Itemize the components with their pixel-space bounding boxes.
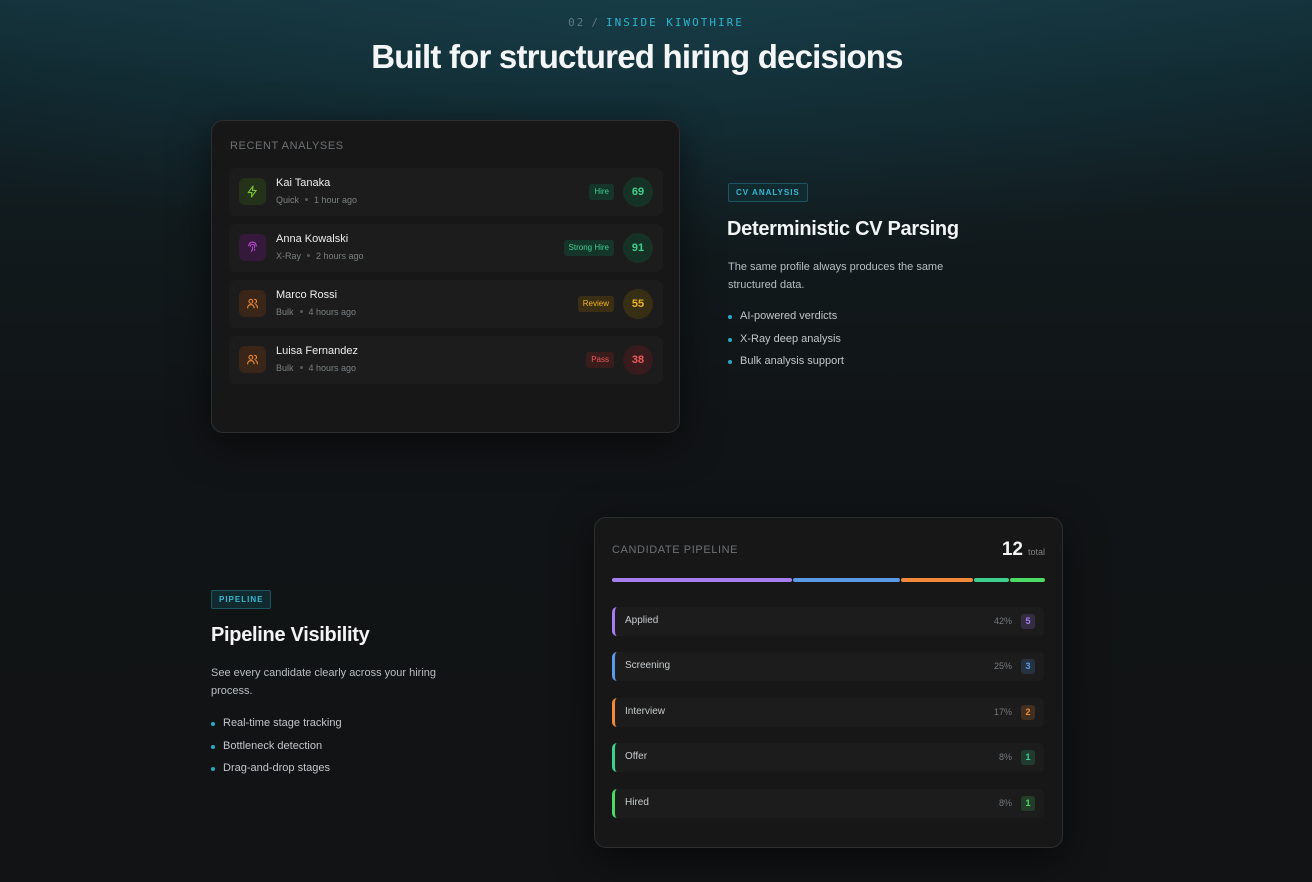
stage-percent: 25%	[993, 661, 1012, 671]
total-count: 12	[1001, 539, 1023, 560]
analysis-time: 1 hour ago	[314, 195, 358, 205]
pipeline-desc-line: process.	[211, 685, 253, 697]
score-circle: 69	[623, 177, 653, 207]
stage-count: 5	[1021, 614, 1035, 629]
cv-desc-line: The same profile always produces the sam…	[728, 261, 944, 273]
section-number: 02	[568, 16, 586, 29]
cv-feature-title: Deterministic CV Parsing	[727, 218, 959, 240]
stage-count: 3	[1021, 659, 1035, 674]
cv-desc-line: structured data.	[728, 279, 805, 291]
pipeline-progress-bar	[612, 578, 1046, 583]
meta-dot	[307, 254, 311, 258]
pipeline-segment-applied	[612, 578, 792, 582]
stage-hired[interactable]: Hired 8% 1	[612, 789, 1044, 818]
section-title: Built for structured hiring decisions	[371, 38, 903, 75]
analysis-meta: Quick 1 hour ago	[276, 195, 357, 205]
stage-name: Hired	[625, 797, 649, 808]
analysis-row-anna-kowalski[interactable]: Anna Kowalski X-Ray 2 hours ago Strong Hi…	[229, 224, 663, 272]
stage-name: Interview	[625, 706, 666, 717]
stage-percent: 17%	[993, 707, 1012, 717]
analysis-meta: Bulk 4 hours ago	[276, 307, 356, 317]
stage-applied[interactable]: Applied 42% 5	[612, 607, 1044, 636]
candidate-name: Kai Tanaka	[276, 177, 331, 189]
feature-bullet: Drag-and-drop stages	[211, 757, 342, 780]
score-circle: 55	[623, 289, 653, 319]
bolt-icon	[239, 178, 266, 205]
stage-count: 1	[1021, 796, 1035, 811]
analysis-type: Quick	[276, 195, 300, 205]
recent-analyses-card: RECENT ANALYSES Kai Tanaka Quick 1 hour a…	[211, 120, 680, 433]
verdict-badge: Strong Hire	[563, 240, 614, 256]
pipeline-segment-interview	[901, 578, 973, 582]
pipeline-feature-title: Pipeline Visibility	[211, 624, 370, 646]
candidate-pipeline-card: CANDIDATE PIPELINE 12 total Applied 42% 5…	[594, 517, 1063, 848]
analysis-type: X-Ray	[276, 251, 302, 261]
eyebrow-separator: /	[591, 16, 600, 29]
analysis-type: Bulk	[276, 307, 294, 317]
analysis-row-luisa-fernandez[interactable]: Luisa Fernandez Bulk 4 hours ago Pass 38	[229, 336, 663, 384]
pipeline-total: 12 total	[1002, 539, 1045, 561]
analysis-time: 2 hours ago	[316, 251, 364, 261]
stage-name: Applied	[625, 615, 659, 626]
stage-percent: 8%	[998, 752, 1012, 762]
score-circle: 91	[623, 233, 653, 263]
stage-percent: 8%	[998, 798, 1012, 808]
analysis-type: Bulk	[276, 363, 294, 373]
feature-bullet: Bottleneck detection	[211, 735, 342, 758]
verdict-badge: Hire	[589, 184, 614, 200]
feature-bullet: Real-time stage tracking	[211, 712, 342, 735]
candidate-name: Anna Kowalski	[276, 233, 349, 245]
stage-name: Offer	[625, 751, 648, 762]
cv-feature-list: AI-powered verdicts X-Ray deep analysis …	[728, 305, 844, 373]
meta-dot	[305, 198, 309, 202]
stage-count: 2	[1021, 705, 1035, 720]
pipeline-segment-offer	[973, 578, 1009, 582]
users-icon	[239, 290, 266, 317]
stage-screening[interactable]: Screening 25% 3	[612, 652, 1044, 681]
pipeline-feature-description: See every candidate clearly across your …	[211, 664, 511, 700]
pipeline-desc-line: See every candidate clearly across your …	[211, 667, 437, 679]
meta-dot	[299, 310, 303, 314]
verdict-badge: Pass	[586, 352, 614, 368]
cv-feature-description: The same profile always produces the sam…	[728, 258, 1028, 294]
candidate-name: Marco Rossi	[276, 289, 338, 301]
feature-bullet: Bulk analysis support	[728, 350, 844, 373]
feature-bullet: AI-powered verdicts	[728, 305, 844, 328]
pipeline-segment-screening	[792, 578, 901, 582]
section-eyebrow: 02 / INSIDE KIWOTHIRE	[0, 16, 1312, 29]
stage-percent: 42%	[993, 616, 1012, 626]
pipeline-segment-hired	[1009, 578, 1045, 582]
candidate-name: Luisa Fernandez	[276, 345, 358, 357]
analysis-time: 4 hours ago	[308, 307, 357, 317]
feature-bullet: X-Ray deep analysis	[728, 328, 844, 351]
analysis-time: 4 hours ago	[308, 363, 357, 373]
stage-count: 1	[1021, 750, 1035, 765]
fingerprint-icon	[239, 234, 266, 261]
pipeline-tag: PIPELINE	[211, 590, 272, 609]
cv-analysis-tag: CV ANALYSIS	[728, 183, 808, 202]
analysis-row-marco-rossi[interactable]: Marco Rossi Bulk 4 hours ago Review 55	[229, 280, 663, 328]
stage-offer[interactable]: Offer 8% 1	[612, 743, 1044, 772]
analysis-meta: Bulk 4 hours ago	[276, 363, 356, 373]
analysis-row-kai-tanaka[interactable]: Kai Tanaka Quick 1 hour ago Hire 69	[229, 168, 663, 216]
users-icon	[239, 346, 266, 373]
recent-analyses-label: RECENT ANALYSES	[230, 140, 344, 152]
score-circle: 38	[623, 345, 653, 375]
total-label: total	[1027, 547, 1045, 557]
section-label: INSIDE KIWOTHIRE	[605, 16, 744, 29]
analysis-meta: X-Ray 2 hours ago	[276, 251, 364, 261]
meta-dot	[299, 366, 303, 370]
verdict-badge: Review	[577, 296, 614, 312]
pipeline-feature-list: Real-time stage tracking Bottleneck dete…	[211, 712, 342, 780]
stage-name: Screening	[625, 660, 671, 671]
stage-interview[interactable]: Interview 17% 2	[612, 698, 1044, 727]
candidate-pipeline-label: CANDIDATE PIPELINE	[612, 544, 739, 556]
